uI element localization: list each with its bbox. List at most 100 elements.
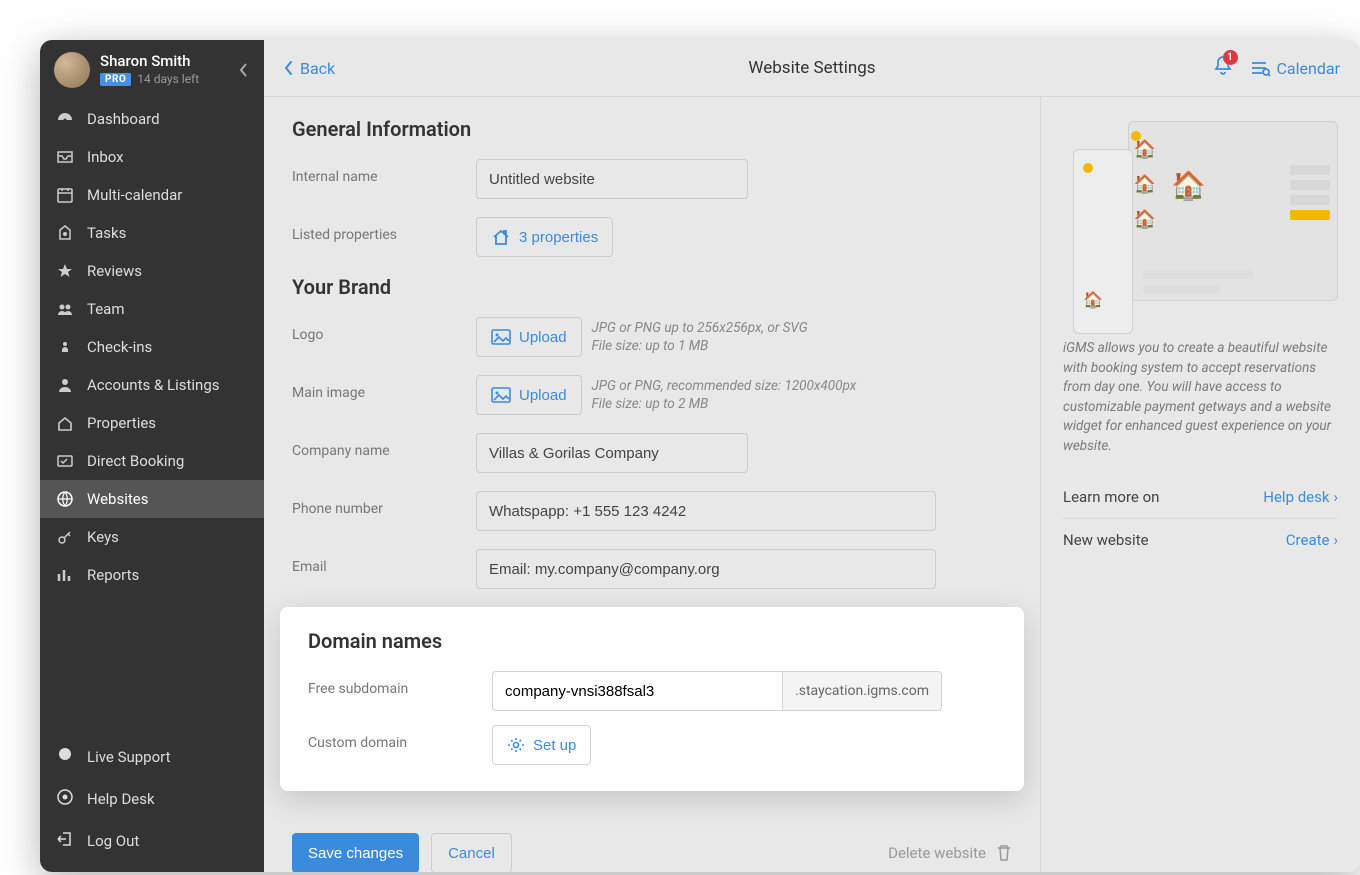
form-column: General Information Internal name Listed…: [264, 96, 1040, 872]
subdomain-suffix: .staycation.igms.com: [782, 671, 942, 711]
upload-main-image-button[interactable]: Upload: [476, 375, 582, 415]
avatar[interactable]: [54, 52, 90, 88]
nav-label: Websites: [87, 490, 148, 508]
trial-days-left: 14 days left: [137, 72, 199, 86]
dashboard-icon: [56, 110, 74, 128]
nav-label: Direct Booking: [87, 452, 184, 470]
nav-label: Multi-calendar: [87, 186, 182, 204]
home-icon: [56, 414, 74, 432]
sidebar-item-livesupport[interactable]: Live Support: [40, 736, 264, 778]
main-area: Back Website Settings 1 Calendar General…: [264, 40, 1360, 872]
delete-label: Delete website: [888, 844, 986, 862]
nav-label: Properties: [87, 414, 156, 432]
content-row: General Information Internal name Listed…: [264, 96, 1360, 872]
internal-name-input[interactable]: [476, 159, 748, 199]
domain-card: Domain names Free subdomain .staycation.…: [280, 607, 1024, 791]
create-website-link[interactable]: Create: [1286, 531, 1338, 549]
sidebar-item-properties[interactable]: Properties: [40, 404, 264, 442]
nav-label: Dashboard: [87, 110, 160, 128]
company-name-input[interactable]: [476, 433, 748, 473]
phone-input[interactable]: [476, 491, 936, 531]
label-phone: Phone number: [292, 491, 476, 517]
nav-label: Team: [87, 300, 125, 318]
email-input[interactable]: [476, 549, 936, 589]
help-icon: [56, 788, 74, 810]
listed-properties-text: 3 properties: [519, 229, 598, 246]
home-icon: [491, 228, 511, 246]
section-heading-general: General Information: [292, 117, 1012, 141]
booking-icon: [56, 452, 74, 470]
listed-properties-button[interactable]: 3 properties: [476, 217, 613, 257]
sidebar-item-reviews[interactable]: Reviews: [40, 252, 264, 290]
label-company-name: Company name: [292, 433, 476, 459]
sidebar-item-multicalendar[interactable]: Multi-calendar: [40, 176, 264, 214]
notifications-button[interactable]: 1: [1213, 55, 1233, 81]
sidebar-item-directbooking[interactable]: Direct Booking: [40, 442, 264, 480]
image-icon: [491, 329, 511, 345]
label-listed-properties: Listed properties: [292, 217, 476, 243]
upload-label: Upload: [519, 329, 567, 346]
upload-logo-button[interactable]: Upload: [476, 317, 582, 357]
chevron-right-icon: [1333, 531, 1338, 549]
chat-icon: [56, 746, 74, 768]
learn-more-label: Learn more on: [1063, 488, 1159, 506]
star-icon: [56, 262, 74, 280]
team-icon: [56, 300, 74, 318]
sidebar-item-logout[interactable]: Log Out: [40, 820, 264, 862]
save-button[interactable]: Save changes: [292, 833, 419, 872]
nav-label: Reviews: [87, 262, 142, 280]
sidebar-item-helpdesk[interactable]: Help Desk: [40, 778, 264, 820]
nav-label: Inbox: [87, 148, 124, 166]
sidebar-item-tasks[interactable]: Tasks: [40, 214, 264, 252]
calendar-icon: [56, 186, 74, 204]
logout-icon: [56, 830, 74, 852]
sidebar-collapse-button[interactable]: [232, 58, 256, 82]
keys-icon: [56, 528, 74, 546]
globe-icon: [56, 490, 74, 508]
section-heading-brand: Your Brand: [292, 275, 1012, 299]
label-internal-name: Internal name: [292, 159, 476, 185]
sidebar-item-accounts[interactable]: Accounts & Listings: [40, 366, 264, 404]
topbar: Back Website Settings 1 Calendar: [264, 40, 1360, 96]
sidebar-item-reports[interactable]: Reports: [40, 556, 264, 594]
setup-custom-domain-button[interactable]: Set up: [492, 725, 591, 765]
nav-label: Reports: [87, 566, 139, 584]
sidebar-item-dashboard[interactable]: Dashboard: [40, 100, 264, 138]
gear-icon: [507, 736, 525, 754]
calendar-label: Calendar: [1277, 59, 1340, 78]
nav-label: Accounts & Listings: [87, 376, 220, 394]
label-main-image: Main image: [292, 375, 476, 401]
main-image-hint: JPG or PNG, recommended size: 1200x400px…: [592, 377, 857, 413]
back-button[interactable]: Back: [284, 59, 335, 78]
sidebar: Sharon Smith PRO 14 days left Dashboard …: [40, 40, 264, 872]
delete-website-button[interactable]: Delete website: [888, 844, 1012, 862]
sidebar-nav: Dashboard Inbox Multi-calendar Tasks Rev…: [40, 100, 264, 736]
nav-label: Help Desk: [87, 790, 155, 808]
sidebar-item-websites[interactable]: Websites: [40, 480, 264, 518]
upload-label: Upload: [519, 387, 567, 404]
sidebar-item-inbox[interactable]: Inbox: [40, 138, 264, 176]
setup-label: Set up: [533, 737, 576, 754]
calendar-link[interactable]: Calendar: [1251, 59, 1340, 78]
cancel-button[interactable]: Cancel: [431, 833, 512, 872]
chevron-right-icon: [1333, 488, 1338, 506]
nav-label: Log Out: [87, 832, 139, 850]
sidebar-item-checkins[interactable]: Check-ins: [40, 328, 264, 366]
right-panel-description: iGMS allows you to create a beautiful we…: [1063, 339, 1338, 456]
nav-label: Tasks: [87, 224, 126, 242]
sidebar-item-keys[interactable]: Keys: [40, 518, 264, 556]
footer-actions: Save changes Cancel Delete website: [292, 815, 1012, 872]
image-icon: [491, 387, 511, 403]
app-window: Sharon Smith PRO 14 days left Dashboard …: [40, 40, 1360, 872]
user-name: Sharon Smith: [100, 52, 199, 70]
plan-badge: PRO: [100, 73, 131, 86]
trash-icon: [996, 844, 1012, 862]
sidebar-item-team[interactable]: Team: [40, 290, 264, 328]
help-desk-link[interactable]: Help desk: [1263, 488, 1338, 506]
sidebar-bottom-nav: Live Support Help Desk Log Out: [40, 736, 264, 872]
nav-label: Check-ins: [87, 338, 152, 356]
nav-label: Live Support: [87, 748, 171, 766]
label-logo: Logo: [292, 317, 476, 343]
label-free-subdomain: Free subdomain: [308, 671, 492, 697]
subdomain-input[interactable]: [492, 671, 782, 711]
